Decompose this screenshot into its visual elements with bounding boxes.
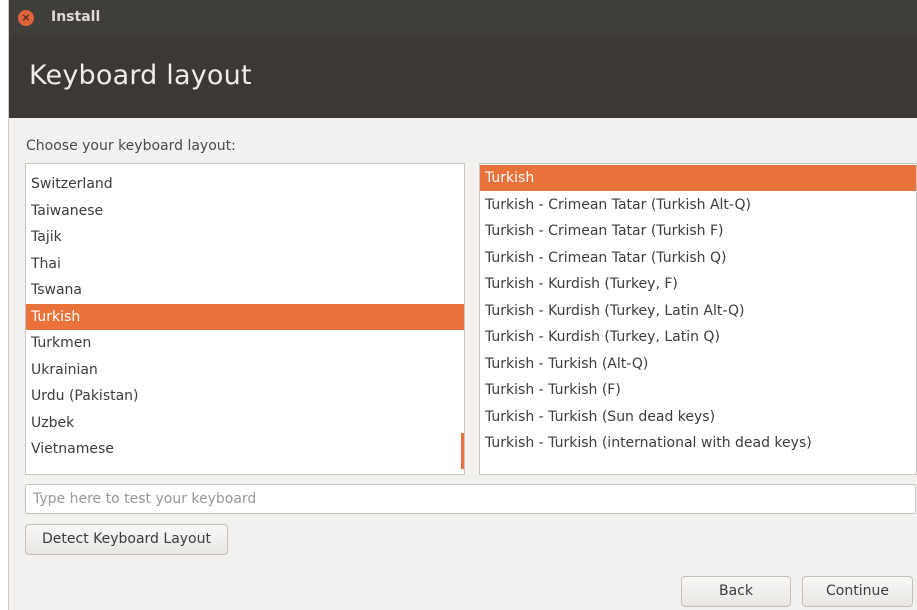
page-header: Keyboard layout [9, 36, 917, 118]
variant-list-item[interactable]: Turkish - Crimean Tatar (Turkish Alt-Q) [480, 192, 916, 218]
layout-list-item[interactable]: Urdu (Pakistan) [26, 383, 464, 409]
layout-prompt: Choose your keyboard layout: [26, 138, 236, 154]
variant-list-item[interactable]: Turkish - Kurdish (Turkey, Latin Q) [480, 324, 916, 350]
variant-list[interactable]: Turkish Turkish - Crimean Tatar (Turkish … [479, 163, 917, 475]
variant-list-item[interactable]: Turkish - Crimean Tatar (Turkish F) [480, 218, 916, 244]
layout-list-item[interactable]: Vietnamese [26, 436, 464, 462]
layout-list-item[interactable]: Taiwanese [26, 198, 464, 224]
variant-list-item[interactable]: Turkish - Turkish (Alt-Q) [480, 351, 916, 377]
layout-list-item[interactable]: Switzerland [26, 171, 464, 197]
installer-window: × Install Keyboard layout Choose your ke… [8, 0, 917, 610]
variant-list-item[interactable]: Turkish - Crimean Tatar (Turkish Q) [480, 245, 916, 271]
variant-list-item[interactable]: Turkish - Turkish (international with de… [480, 430, 916, 456]
variant-list-item[interactable]: Turkish - Turkish (F) [480, 377, 916, 403]
continue-button[interactable]: Continue [802, 576, 913, 607]
variant-list-item[interactable]: Turkish - Kurdish (Turkey, Latin Alt-Q) [480, 298, 916, 324]
back-button[interactable]: Back [681, 576, 791, 607]
page-title: Keyboard layout [29, 60, 252, 91]
detect-layout-button[interactable]: Detect Keyboard Layout [25, 524, 228, 555]
keyboard-test-input[interactable] [25, 484, 916, 514]
layout-list-item[interactable]: Turkmen [26, 330, 464, 356]
variant-list-item[interactable]: Turkish - Kurdish (Turkey, F) [480, 271, 916, 297]
layout-list-item[interactable]: Tajik [26, 224, 464, 250]
layout-list-item[interactable]: Tswana [26, 277, 464, 303]
title-bar: × Install [9, 0, 917, 36]
layout-list-item[interactable]: Thai [26, 251, 464, 277]
layout-list-item[interactable]: Ukrainian [26, 357, 464, 383]
variant-list-item[interactable]: Turkish [480, 165, 916, 191]
layout-list-item[interactable]: Turkish [26, 303, 464, 330]
layout-list-item[interactable]: Uzbek [26, 410, 464, 436]
variant-list-item[interactable]: Turkish - Turkish (Sun dead keys) [480, 404, 916, 430]
window-title: Install [51, 9, 101, 25]
close-icon[interactable]: × [18, 10, 34, 26]
layout-list[interactable]: Switzerland Taiwanese Tajik Thai Tswana Turki… [25, 163, 465, 475]
